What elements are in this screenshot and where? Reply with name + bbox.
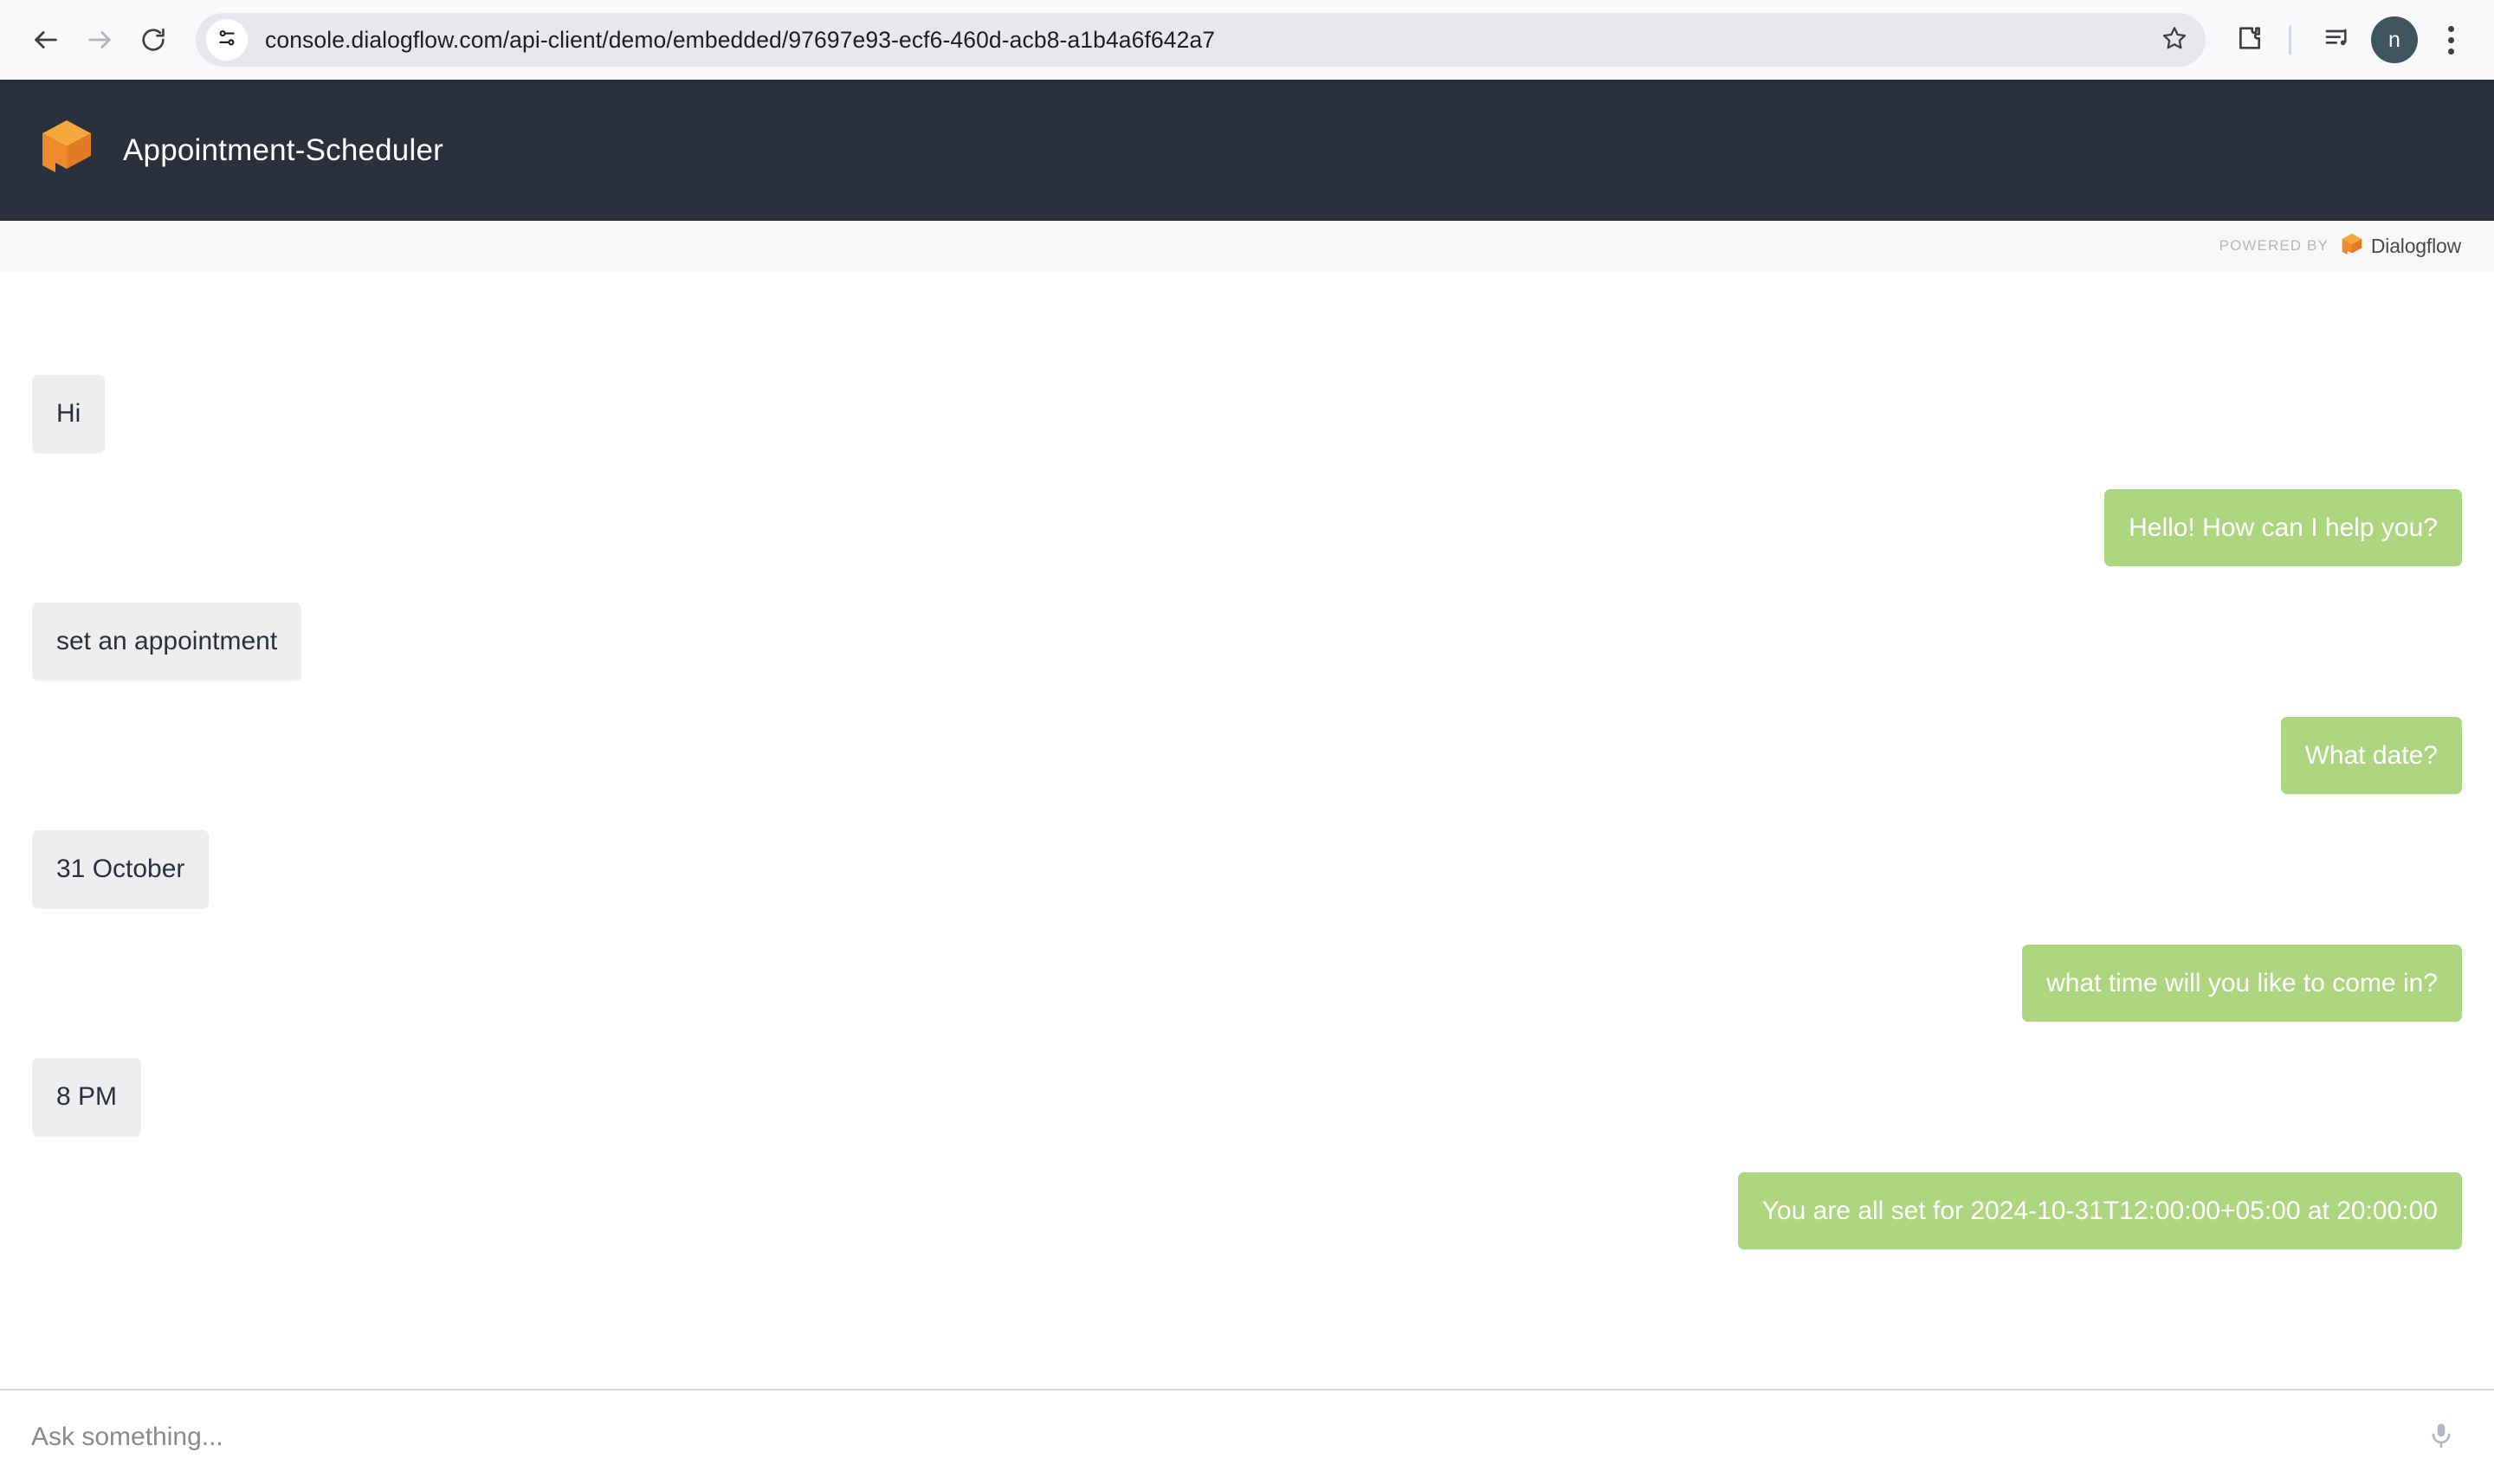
chat-row: 31 October — [32, 830, 2462, 908]
chrome-menu-button[interactable] — [2430, 15, 2471, 65]
chat-row: what time will you like to come in? — [32, 944, 2462, 1022]
microphone-button[interactable] — [2416, 1412, 2466, 1462]
bot-message-bubble: Hello! How can I help you? — [2104, 488, 2462, 566]
star-icon — [2161, 25, 2187, 55]
extensions-button[interactable] — [2225, 15, 2275, 65]
bot-message-bubble: You are all set for 2024-10-31T12:00:00+… — [1737, 1171, 2462, 1249]
user-message-bubble: 8 PM — [32, 1058, 142, 1136]
powered-by-label: POWERED BY — [2219, 237, 2329, 254]
bot-message-bubble: what time will you like to come in? — [2022, 944, 2462, 1022]
dialogflow-cube-logo — [40, 119, 94, 183]
extensions-puzzle-icon — [2236, 24, 2264, 56]
powered-by-bar: POWERED BY Dialogflow — [0, 221, 2494, 271]
chat-row: set an appointment — [32, 603, 2462, 681]
forward-button[interactable] — [73, 13, 126, 67]
address-bar[interactable]: console.dialogflow.com/api-client/demo/e… — [196, 13, 2206, 67]
microphone-icon — [2426, 1421, 2456, 1455]
profile-avatar[interactable]: n — [2371, 16, 2418, 63]
chat-row: Hi — [32, 375, 2462, 453]
chat-row: You are all set for 2024-10-31T12:00:00+… — [32, 1171, 2462, 1249]
back-arrow-icon — [31, 25, 61, 55]
media-control-button[interactable] — [2312, 15, 2362, 65]
reload-icon — [139, 26, 167, 54]
forward-arrow-icon — [85, 25, 114, 55]
site-settings-button[interactable] — [206, 19, 248, 61]
back-button[interactable] — [19, 13, 73, 67]
reload-button[interactable] — [126, 13, 180, 67]
site-settings-icon — [216, 27, 238, 54]
dialogflow-brand: Dialogflow — [2341, 233, 2461, 259]
message-input[interactable] — [31, 1423, 2416, 1452]
chat-row: What date? — [32, 716, 2462, 794]
browser-toolbar: console.dialogflow.com/api-client/demo/e… — [0, 0, 2494, 80]
message-composer — [0, 1389, 2494, 1484]
chat-row: Hello! How can I help you? — [32, 488, 2462, 566]
chat-message-list[interactable]: Hi Hello! How can I help you? set an app… — [0, 271, 2494, 1389]
page-title: Appointment-Scheduler — [123, 132, 443, 167]
media-playlist-icon — [2323, 24, 2351, 56]
app-header: Appointment-Scheduler — [0, 80, 2494, 221]
user-message-bubble: set an appointment — [32, 603, 302, 681]
user-message-bubble: Hi — [32, 375, 106, 453]
toolbar-divider — [2289, 25, 2291, 55]
bot-message-bubble: What date? — [2280, 716, 2462, 794]
chat-row: 8 PM — [32, 1058, 2462, 1136]
user-message-bubble: 31 October — [32, 830, 210, 908]
url-text[interactable]: console.dialogflow.com/api-client/demo/e… — [248, 27, 2152, 54]
dialogflow-brand-name: Dialogflow — [2370, 234, 2461, 257]
three-dot-menu-icon — [2447, 25, 2454, 55]
dialogflow-cube-logo — [2341, 233, 2363, 259]
bookmark-button[interactable] — [2152, 17, 2197, 62]
